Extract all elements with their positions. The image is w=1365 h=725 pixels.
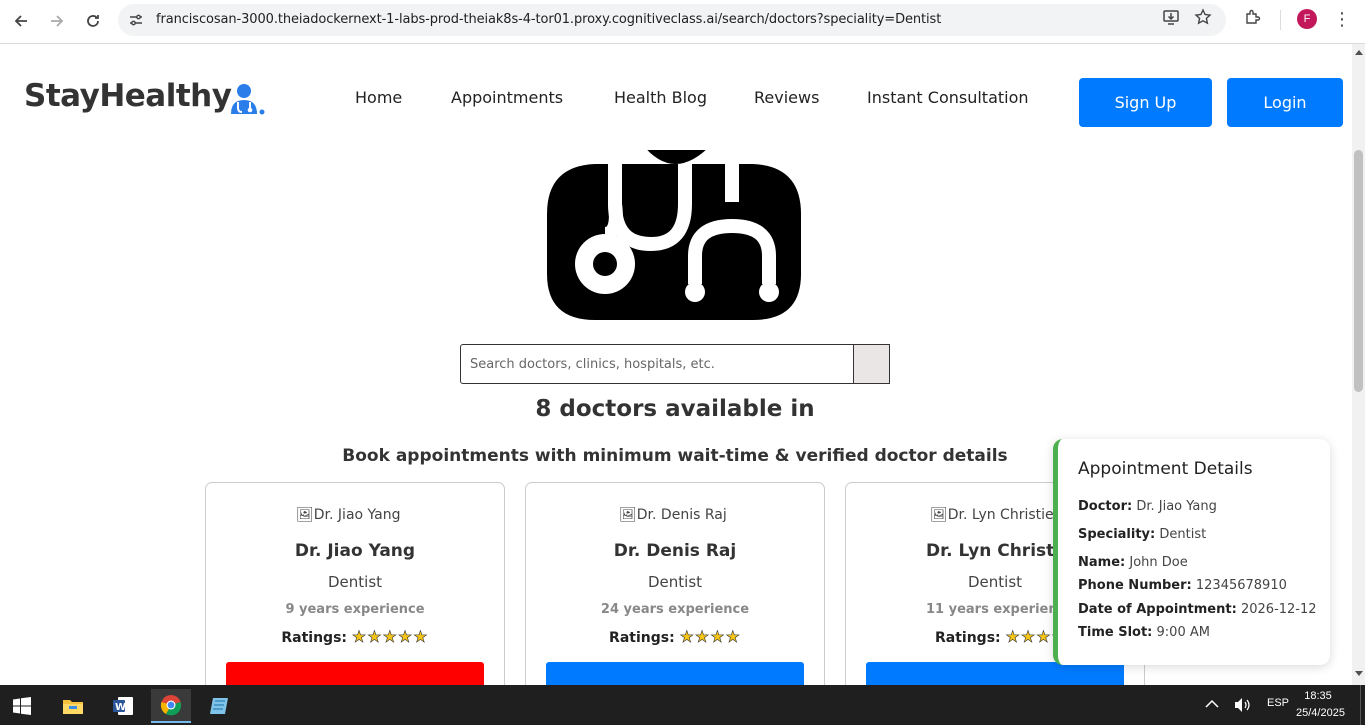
word-app-icon[interactable]: W xyxy=(103,689,143,723)
system-clock[interactable]: 18:35 25/4/2025 xyxy=(1296,688,1345,722)
doctor-experience: 9 years experience xyxy=(285,602,425,617)
svg-text:W: W xyxy=(115,702,126,713)
volume-icon[interactable] xyxy=(1234,697,1252,713)
input-language[interactable]: ESP xyxy=(1267,697,1289,709)
toolbar-divider xyxy=(1280,10,1281,30)
chrome-app-icon[interactable] xyxy=(151,689,191,723)
doctor-rating: Ratings: ★★★★ xyxy=(526,627,824,647)
doctor-rating: Ratings: ★★★★★ xyxy=(206,627,504,647)
bookmark-star-icon[interactable] xyxy=(1194,8,1212,26)
doctor-photo-alt: Dr. Lyn Christie xyxy=(947,507,1054,523)
appointment-details-panel: Appointment Details Doctor: Dr. Jiao Yan… xyxy=(1053,439,1330,665)
doctor-card: 🖼Dr. Jiao Yang Dr. Jiao Yang Dentist 9 y… xyxy=(205,482,505,685)
back-icon[interactable] xyxy=(8,8,34,34)
scroll-down-icon[interactable] xyxy=(1355,671,1363,676)
windows-taskbar: W ESP 18:35 25/4/2025 xyxy=(0,685,1365,725)
ratings-label: Ratings: xyxy=(935,630,1001,646)
page-scrollbar[interactable] xyxy=(1352,44,1365,685)
nav-reviews-link[interactable]: Reviews xyxy=(754,88,819,107)
show-desktop-button[interactable] xyxy=(1360,685,1361,725)
browser-menu-icon[interactable]: ⋮ xyxy=(1332,8,1352,32)
doctor-name: Dr. Denis Raj xyxy=(613,541,737,561)
notes-app-icon[interactable] xyxy=(200,689,240,723)
nav-instant-consultation-link[interactable]: Instant Consultation xyxy=(867,88,1029,107)
clock-time: 18:35 xyxy=(1304,690,1332,702)
install-app-icon[interactable] xyxy=(1162,8,1180,26)
doctor-experience: 24 years experience xyxy=(600,602,750,617)
book-appointment-button[interactable]: Book Appointment xyxy=(866,662,1124,685)
appointment-speciality: Speciality: Dentist xyxy=(1078,527,1207,542)
appointment-date: Date of Appointment: 2026-12-12 xyxy=(1078,602,1317,617)
browser-toolbar: franciscosan-3000.theiadockernext-1-labs… xyxy=(0,0,1365,44)
ratings-label: Ratings: xyxy=(609,630,675,646)
star-rating-icons: ★★★★★ xyxy=(351,627,429,647)
appointment-time-slot: Time Slot: 9:00 AM xyxy=(1078,625,1210,640)
doctor-stethoscope-icon xyxy=(547,144,801,320)
nav-health-blog-link[interactable]: Health Blog xyxy=(614,88,707,107)
login-button[interactable]: Login xyxy=(1227,78,1343,127)
book-appointment-button[interactable]: Book Appointment xyxy=(546,662,804,685)
nav-home-link[interactable]: Home xyxy=(355,88,402,107)
doctor-speciality: Dentist xyxy=(327,573,383,591)
doctor-photo-alt: Dr. Denis Raj xyxy=(636,507,727,523)
doctor-photo-alt: Dr. Jiao Yang xyxy=(313,507,401,523)
profile-avatar[interactable]: F xyxy=(1297,9,1317,29)
results-count-title: 8 doctors available in xyxy=(535,396,815,422)
appointment-phone: Phone Number: 12345678910 xyxy=(1078,578,1287,593)
tray-chevron-up-icon[interactable] xyxy=(1205,699,1219,709)
logo-doctor-icon xyxy=(231,84,265,115)
page-viewport: StayHealthy Home Appointments Health Blo… xyxy=(0,44,1352,685)
star-rating-icons: ★★★★ xyxy=(679,627,741,647)
doctor-card: 🖼Dr. Denis Raj Dr. Denis Raj Dentist 24 … xyxy=(525,482,825,685)
site-navbar: StayHealthy Home Appointments Health Blo… xyxy=(0,44,1352,150)
scrollbar-thumb[interactable] xyxy=(1354,150,1363,392)
file-explorer-icon[interactable] xyxy=(53,689,93,723)
reload-icon[interactable] xyxy=(80,8,106,34)
doctor-photo: 🖼Dr. Denis Raj xyxy=(619,507,727,523)
appointment-doctor: Doctor: Dr. Jiao Yang xyxy=(1078,499,1217,514)
search-button[interactable] xyxy=(853,344,890,384)
url-text: franciscosan-3000.theiadockernext-1-labs… xyxy=(156,12,942,27)
appointment-details-title: Appointment Details xyxy=(1078,459,1253,479)
site-settings-icon[interactable] xyxy=(128,12,144,28)
site-logo[interactable]: StayHealthy xyxy=(24,78,232,114)
doctor-name: Dr. Jiao Yang xyxy=(294,541,416,561)
doctor-photo: 🖼Dr. Jiao Yang xyxy=(296,507,401,523)
clock-date: 25/4/2025 xyxy=(1296,707,1345,719)
forward-icon[interactable] xyxy=(44,8,70,34)
windows-start-icon[interactable] xyxy=(2,689,42,723)
nav-appointments-link[interactable]: Appointments xyxy=(451,88,563,107)
ratings-label: Ratings: xyxy=(281,630,348,646)
address-bar[interactable]: franciscosan-3000.theiadockernext-1-labs… xyxy=(118,4,1226,36)
extensions-icon[interactable] xyxy=(1244,8,1262,26)
doctor-speciality: Dentist xyxy=(647,573,703,591)
cancel-appointment-button[interactable]: Cancel Appointment xyxy=(226,662,484,685)
appointment-name: Name: John Doe xyxy=(1078,555,1188,570)
doctor-search-input[interactable] xyxy=(460,344,854,384)
signup-button[interactable]: Sign Up xyxy=(1079,78,1212,127)
scroll-up-icon[interactable] xyxy=(1355,50,1363,55)
